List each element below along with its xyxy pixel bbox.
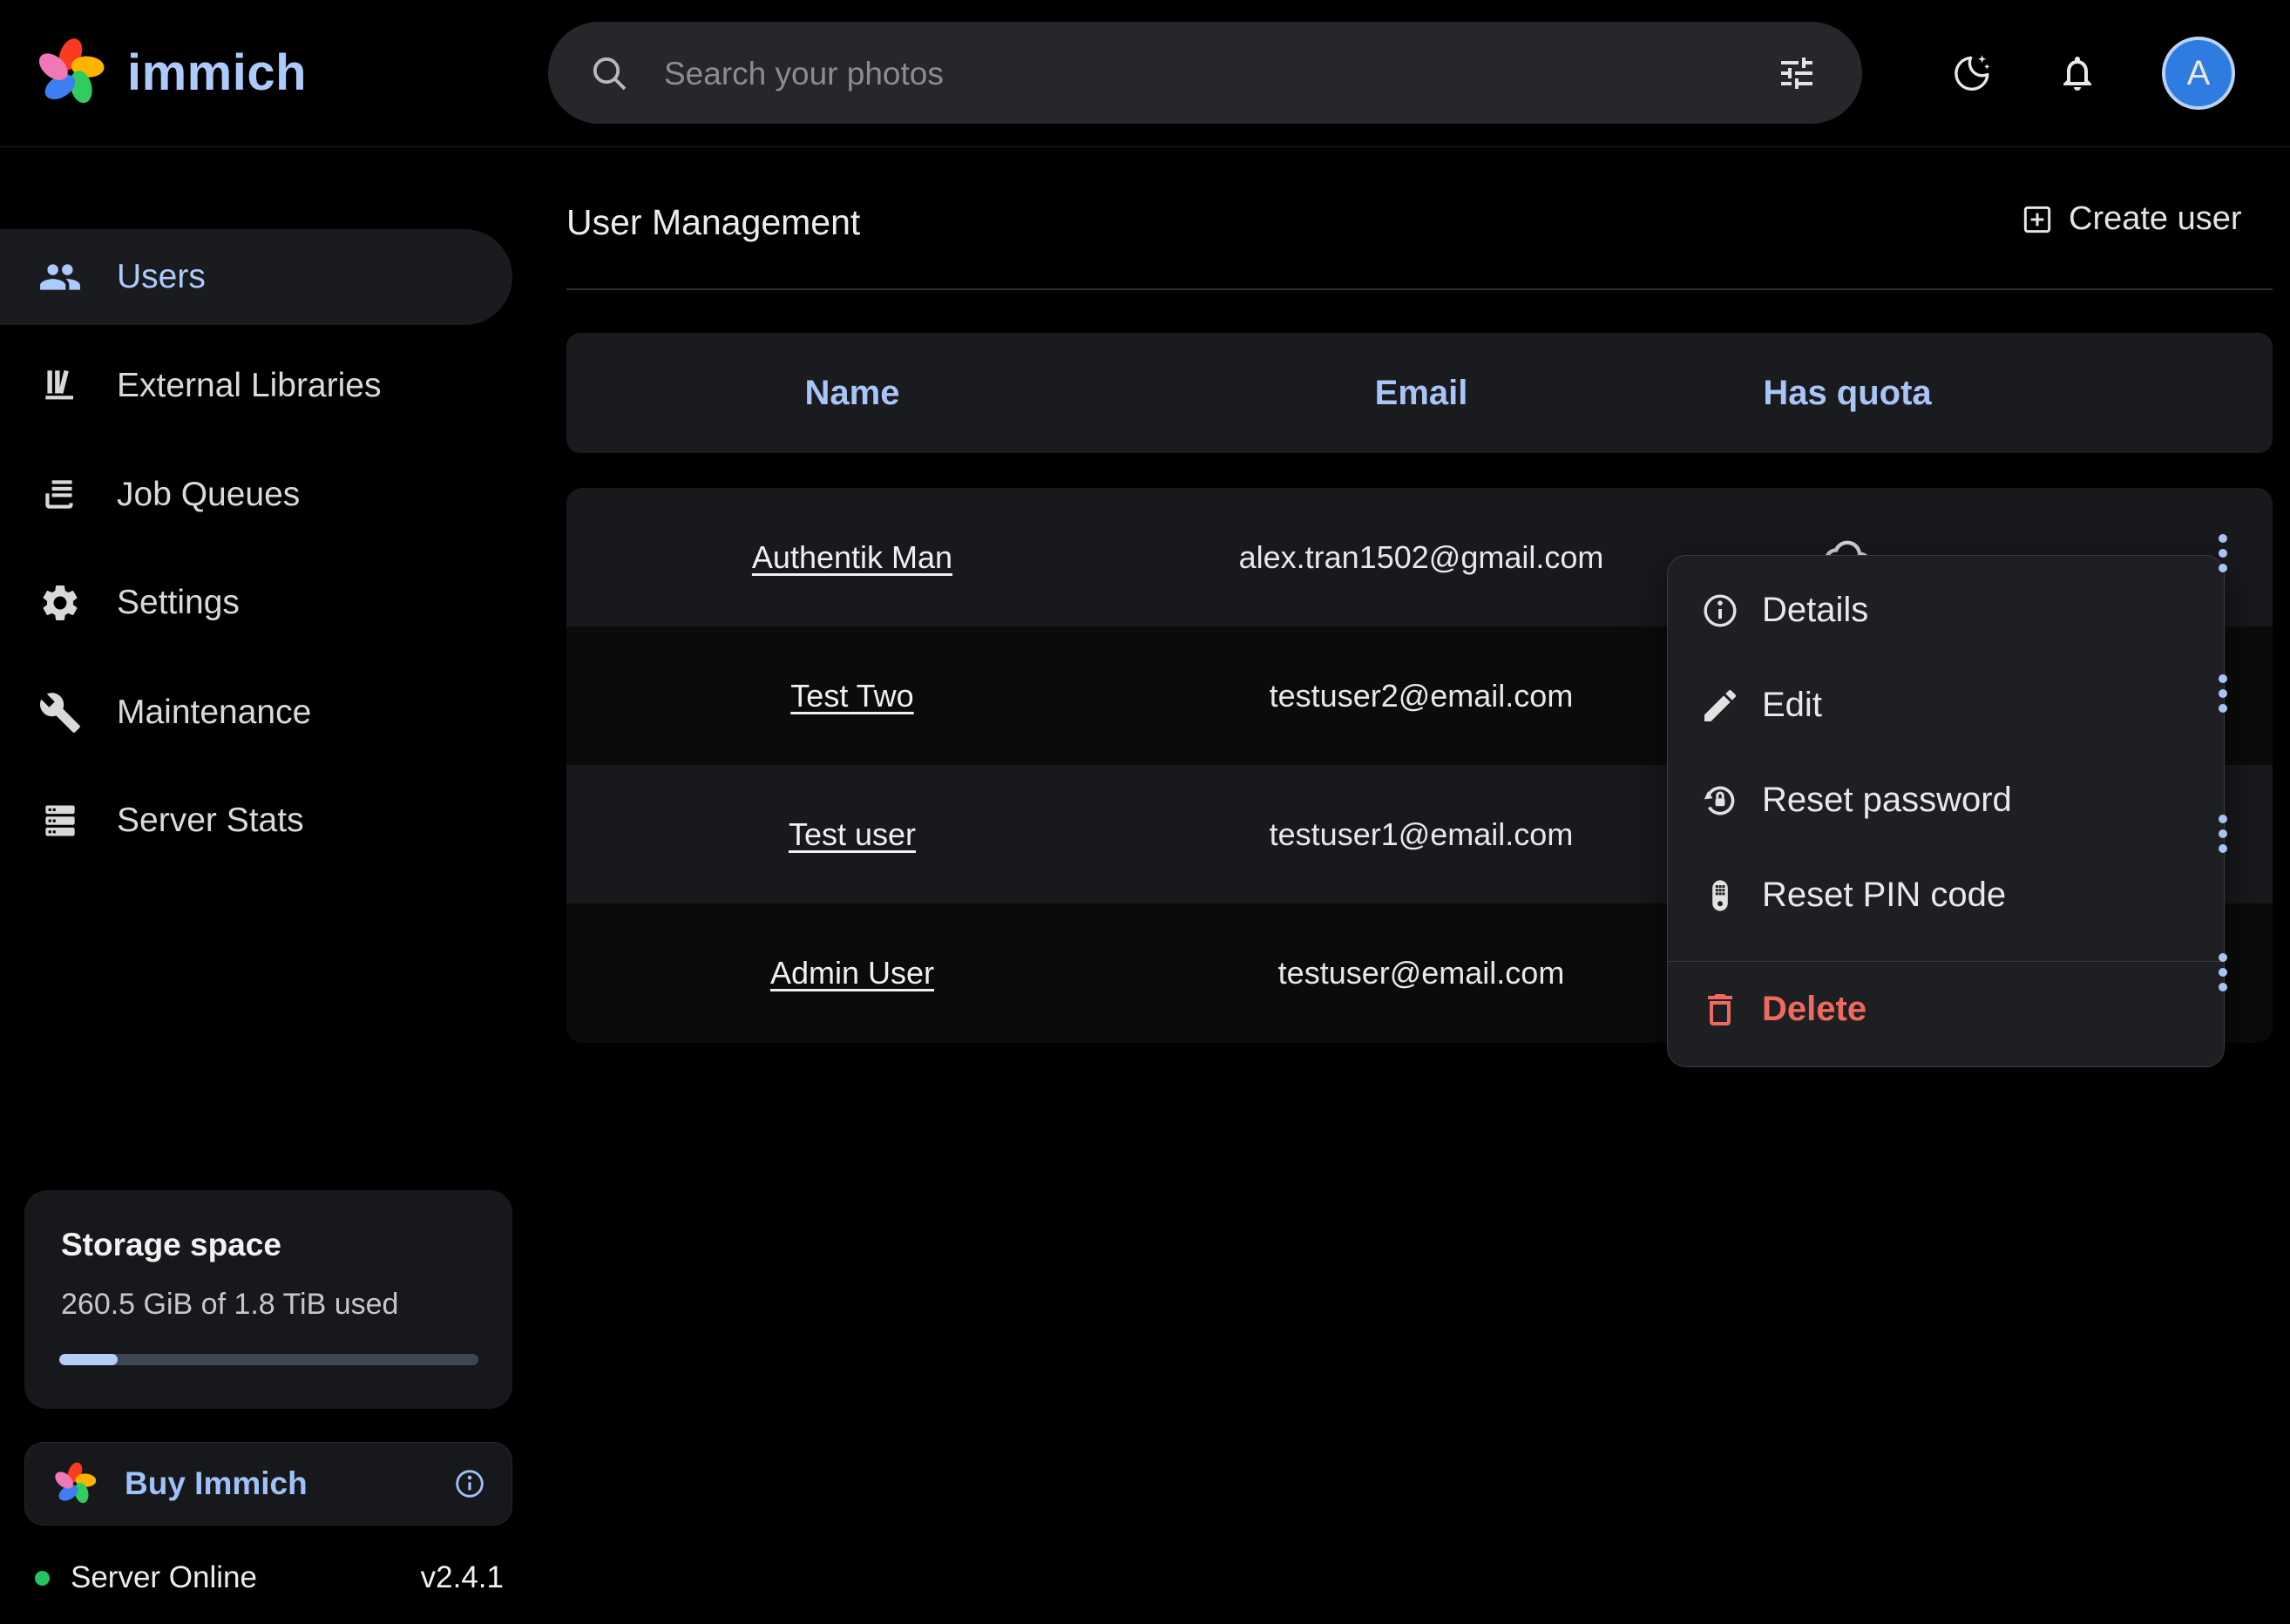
- immich-flower-icon: [51, 1460, 98, 1507]
- user-avatar[interactable]: A: [2162, 37, 2235, 110]
- table-header: Name Email Has quota: [566, 333, 2273, 453]
- row-context-menu: Details Edit Reset password: [1667, 555, 2225, 1067]
- immich-flower-icon: [33, 35, 108, 110]
- server-rack-icon: [38, 799, 82, 842]
- sidebar-item-maintenance[interactable]: Maintenance: [0, 665, 512, 761]
- row-actions-menu-button[interactable]: [2202, 518, 2244, 588]
- column-header-name: Name: [678, 333, 1026, 453]
- server-status-row: Server Online v2.4.1: [24, 1555, 504, 1600]
- storage-title: Storage space: [61, 1227, 281, 1263]
- user-email: testuser@email.com: [1247, 903, 1596, 1043]
- user-name-link[interactable]: Test user: [789, 816, 916, 853]
- menu-item-reset-password[interactable]: Reset password: [1668, 753, 2224, 848]
- row-actions-menu-button[interactable]: [2202, 799, 2244, 869]
- library-books-icon: [38, 364, 82, 408]
- sidebar: Users External Libraries Job Queues: [0, 147, 514, 1624]
- create-user-label: Create user: [2069, 200, 2242, 238]
- tune-filters-icon[interactable]: [1776, 52, 1818, 94]
- user-name-link[interactable]: Test Two: [790, 678, 913, 714]
- sidebar-item-label: Users: [117, 258, 206, 296]
- sidebar-item-label: External Libraries: [117, 367, 381, 405]
- menu-item-details[interactable]: Details: [1668, 563, 2224, 658]
- row-actions-menu-button[interactable]: [2202, 659, 2244, 728]
- storage-progress-bar: [59, 1354, 478, 1365]
- sidebar-item-external-libraries[interactable]: External Libraries: [0, 338, 512, 434]
- sidebar-item-label: Server Stats: [117, 802, 304, 840]
- storage-card: Storage space 260.5 GiB of 1.8 TiB used: [24, 1190, 512, 1409]
- sidebar-item-server-stats[interactable]: Server Stats: [0, 773, 512, 869]
- user-email: alex.tran1502@gmail.com: [1247, 488, 1596, 626]
- storage-usage: 260.5 GiB of 1.8 TiB used: [61, 1288, 398, 1322]
- info-icon[interactable]: [452, 1466, 487, 1501]
- sidebar-item-label: Job Queues: [117, 476, 300, 514]
- sidebar-item-label: Maintenance: [117, 694, 311, 732]
- row-actions-menu-button[interactable]: [2202, 937, 2244, 1007]
- column-header-email: Email: [1247, 333, 1596, 453]
- notifications-bell-icon[interactable]: [2056, 52, 2098, 94]
- sidebar-item-job-queues[interactable]: Job Queues: [0, 447, 512, 543]
- create-user-button[interactable]: Create user: [2020, 200, 2242, 238]
- search-input[interactable]: [662, 24, 1694, 124]
- menu-item-reset-pin-code[interactable]: Reset PIN code: [1668, 848, 2224, 943]
- sidebar-item-users[interactable]: Users: [0, 229, 512, 325]
- lock-reset-icon: [1699, 780, 1741, 822]
- title-divider: [566, 288, 2273, 290]
- pencil-icon: [1699, 685, 1741, 727]
- sidebar-item-label: Settings: [117, 584, 240, 622]
- online-status-dot: [35, 1571, 50, 1586]
- plus-square-icon: [2020, 202, 2055, 237]
- info-icon: [1699, 590, 1741, 632]
- user-name-link[interactable]: Admin User: [770, 955, 934, 991]
- storage-progress-fill: [59, 1354, 118, 1365]
- queue-tray-icon: [38, 473, 82, 517]
- buy-immich-button[interactable]: Buy Immich: [24, 1442, 512, 1526]
- group-icon: [38, 255, 82, 299]
- menu-item-delete[interactable]: Delete: [1668, 962, 2224, 1057]
- top-bar: immich A: [0, 0, 2290, 146]
- menu-spacer: [1668, 943, 2224, 961]
- user-name-link[interactable]: Authentik Man: [752, 539, 952, 576]
- server-version: v2.4.1: [421, 1560, 504, 1595]
- search-icon: [588, 52, 630, 94]
- column-header-has-quota: Has quota: [1673, 333, 2022, 453]
- gear-icon: [38, 581, 82, 625]
- server-status-label: Server Online: [71, 1560, 257, 1595]
- pin-pad-icon: [1699, 875, 1741, 917]
- dark-mode-moon-icon[interactable]: [1951, 52, 1993, 94]
- sidebar-item-settings[interactable]: Settings: [0, 555, 512, 651]
- wrench-icon: [38, 691, 82, 734]
- app-logo-text: immich: [127, 44, 307, 102]
- buy-immich-label: Buy Immich: [125, 1465, 308, 1502]
- menu-item-edit[interactable]: Edit: [1668, 658, 2224, 753]
- app-logo[interactable]: immich: [33, 35, 307, 110]
- user-email: testuser1@email.com: [1247, 765, 1596, 903]
- trash-icon: [1699, 989, 1741, 1031]
- user-email: testuser2@email.com: [1247, 626, 1596, 765]
- page-title: User Management: [566, 195, 860, 249]
- avatar-letter: A: [2187, 54, 2211, 93]
